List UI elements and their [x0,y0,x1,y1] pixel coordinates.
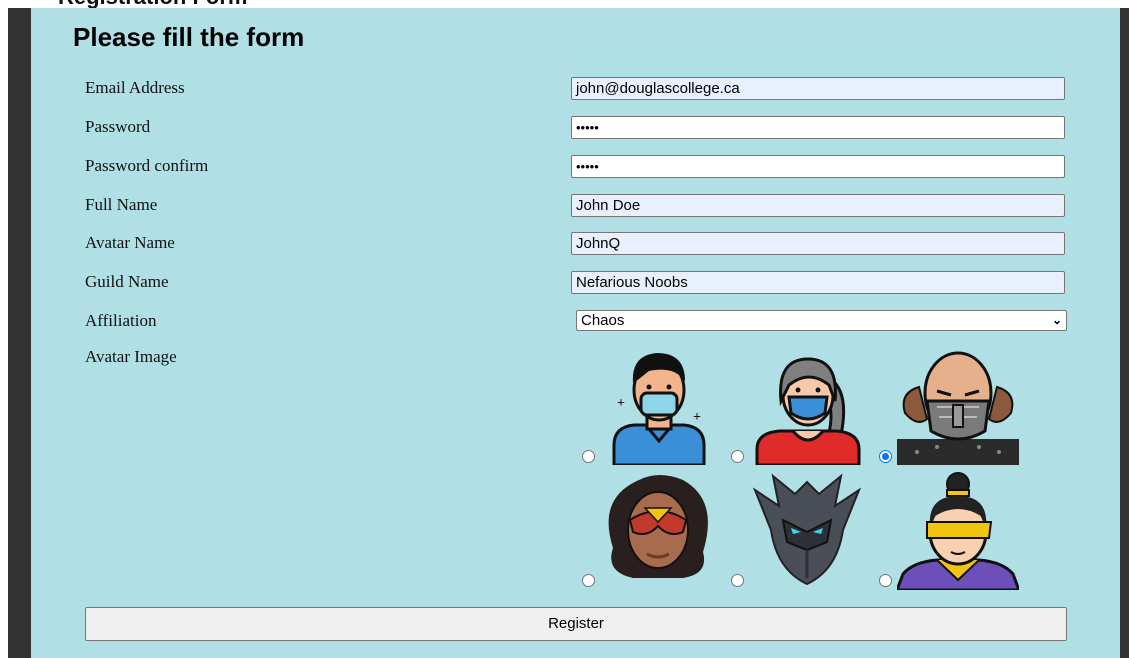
avatar-image-label: Avatar Image [85,347,177,366]
avatar-radio-1[interactable] [582,450,595,463]
password-label: Password [85,117,151,136]
svg-text:+: + [693,410,701,425]
password-field[interactable]: ••••• [571,116,1065,139]
masked-woman-avatar[interactable] [753,345,863,465]
right-sidebar [1120,8,1129,658]
bald-masked-ninja-avatar[interactable] [897,347,1019,465]
email-label: Email Address [85,78,185,97]
page-heading-cut: Registration Form [58,0,247,8]
full-name-label: Full Name [85,195,158,214]
affiliation-label: Affiliation [85,311,157,330]
guild-name-field[interactable]: Nefarious Noobs [571,271,1065,294]
chevron-down-icon: ⌄ [1051,313,1062,327]
avatar-radio-6[interactable] [879,574,892,587]
form-title: Please fill the form [73,22,305,52]
top-strip: Registration Form [0,0,1129,8]
avatar-name-field[interactable]: JohnQ [571,232,1065,255]
left-sidebar [8,8,31,658]
avatar-radio-2[interactable] [731,450,744,463]
avatar-radio-3[interactable] [879,450,892,463]
form-panel: Please fill the form Email Address john@… [31,8,1120,658]
blindfolded-warrior-avatar[interactable] [897,470,1019,590]
affiliation-select[interactable]: Chaos ⌄ [576,310,1067,331]
full-name-field[interactable]: John Doe [571,194,1065,217]
email-field[interactable]: john@douglascollege.ca [571,77,1065,100]
dark-knight-helmet-avatar[interactable] [753,470,861,586]
spider-woman-avatar[interactable] [599,468,717,586]
register-button[interactable]: Register [85,607,1067,641]
avatar-radio-4[interactable] [582,574,595,587]
avatar-name-label: Avatar Name [85,233,175,252]
password-confirm-field[interactable]: ••••• [571,155,1065,178]
svg-text:+: + [617,396,625,411]
guild-name-label: Guild Name [85,272,169,291]
affiliation-selected-value: Chaos [581,312,625,329]
masked-man-avatar[interactable]: + + [609,345,709,465]
password-confirm-label: Password confirm [85,156,209,175]
avatar-radio-5[interactable] [731,574,744,587]
